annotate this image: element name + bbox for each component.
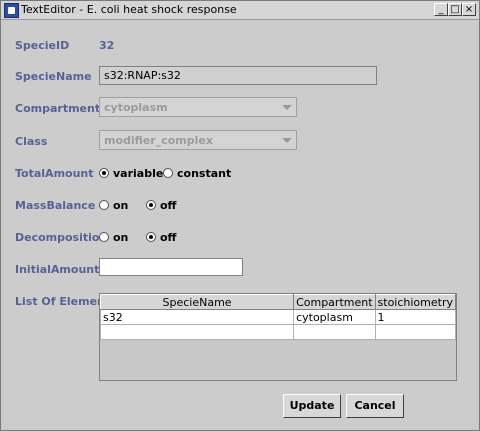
decomposition-off-radio[interactable] (146, 232, 156, 242)
specie-id-value: 32 (99, 39, 115, 52)
table-cell[interactable] (374, 324, 457, 340)
app-icon (4, 3, 19, 18)
total-amount-variable-radio[interactable] (99, 168, 109, 178)
table-cell[interactable]: s32 (99, 309, 295, 325)
table-row[interactable]: s32 cytoplasm 1 (99, 309, 457, 325)
compartment-label: Compartment (15, 102, 101, 115)
specie-name-field[interactable]: s32:RNAP:s32 (99, 66, 377, 85)
minimize-button[interactable]: _ (434, 3, 448, 16)
class-dropdown[interactable]: modifier_complex (99, 130, 297, 150)
close-button[interactable]: × (462, 3, 476, 16)
column-header-compartment[interactable]: Compartment (293, 294, 376, 310)
elements-table: SpecieName Compartment stoichiometry s32… (99, 294, 457, 340)
mass-balance-off-label: off (160, 199, 177, 212)
initial-amount-input[interactable] (99, 258, 243, 276)
compartment-value: cytoplasm (104, 101, 168, 114)
decomposition-on-radio[interactable] (99, 232, 109, 242)
class-label: Class (15, 135, 48, 148)
initial-amount-label: InitialAmount (15, 263, 100, 276)
total-amount-constant-label: constant (177, 167, 232, 180)
title-bar[interactable]: TextEditor - E. coli heat shock response… (1, 1, 479, 20)
decomposition-off-label: off (160, 231, 177, 244)
window-title: TextEditor - E. coli heat shock response (21, 3, 237, 16)
cancel-button[interactable]: Cancel (346, 394, 404, 418)
column-header-stoichiometry[interactable]: stoichiometry (374, 294, 457, 310)
class-value: modifier_complex (104, 134, 213, 147)
decomposition-on-label: on (113, 231, 129, 244)
mass-balance-off-radio[interactable] (146, 200, 156, 210)
table-cell[interactable] (99, 324, 295, 340)
text-editor-window: TextEditor - E. coli heat shock response… (0, 0, 480, 431)
elements-table-container: SpecieName Compartment stoichiometry s32… (99, 293, 457, 381)
mass-balance-label: MassBalance (15, 199, 96, 212)
compartment-dropdown[interactable]: cytoplasm (99, 97, 297, 117)
table-cell[interactable]: 1 (374, 309, 457, 325)
mass-balance-on-label: on (113, 199, 129, 212)
total-amount-label: TotalAmount (15, 167, 94, 180)
table-cell[interactable] (293, 324, 376, 340)
table-cell[interactable]: cytoplasm (293, 309, 376, 325)
chevron-down-icon (282, 138, 292, 143)
total-amount-variable-label: variable (113, 167, 164, 180)
chevron-down-icon (282, 105, 292, 110)
maximize-button[interactable]: □ (448, 3, 462, 16)
decomposition-label: Decomposition (15, 231, 108, 244)
specie-id-label: SpecieID (15, 39, 70, 52)
table-row[interactable] (99, 324, 457, 340)
specie-name-label: SpecieName (15, 70, 92, 83)
mass-balance-on-radio[interactable] (99, 200, 109, 210)
column-header-specie-name[interactable]: SpecieName (99, 294, 295, 310)
total-amount-constant-radio[interactable] (163, 168, 173, 178)
update-button[interactable]: Update (283, 394, 341, 418)
